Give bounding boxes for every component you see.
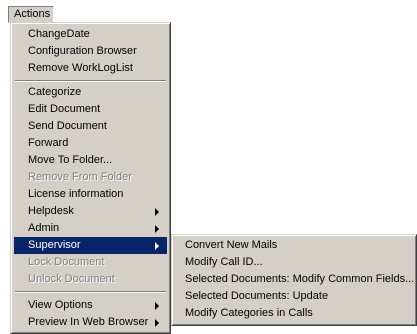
submenu-item-modify-categories[interactable]: Modify Categories in Calls bbox=[175, 305, 413, 322]
submenu-item-modify-call-id[interactable]: Modify Call ID... bbox=[175, 254, 413, 271]
menu-item-admin[interactable]: Admin bbox=[14, 220, 167, 237]
menu-item-remove-from-folder: Remove From Folder bbox=[28, 171, 132, 183]
submenu-item-update-documents[interactable]: Selected Documents: Update bbox=[175, 288, 413, 305]
submenu-arrow-icon bbox=[155, 319, 159, 327]
menu-separator bbox=[15, 291, 166, 293]
menu-item-admin-label: Admin bbox=[28, 222, 60, 234]
submenu-item-convert-new-mails[interactable]: Convert New Mails bbox=[175, 237, 413, 254]
menu-item-remove-worklog-list[interactable]: Remove WorkLogList bbox=[14, 60, 167, 77]
menu-item-edit-document[interactable]: Edit Document bbox=[14, 101, 167, 118]
menu-item-send-document[interactable]: Send Document bbox=[14, 118, 167, 135]
menu-item-helpdesk[interactable]: Helpdesk bbox=[14, 203, 167, 220]
menu-item-supervisor[interactable]: Supervisor bbox=[14, 237, 167, 254]
menu-item-preview-label: Preview In Web Browser bbox=[28, 316, 149, 328]
menu-item-preview-in-web-browser[interactable]: Preview In Web Browser bbox=[14, 314, 167, 331]
menu-item-changedate[interactable]: ChangeDate bbox=[14, 26, 167, 43]
menu-item-lock-document: Lock Document bbox=[28, 256, 105, 268]
submenu-arrow-icon bbox=[155, 242, 159, 250]
actions-menu: ChangeDate Configuration Browser Remove … bbox=[10, 22, 171, 334]
supervisor-submenu: Convert New Mails Modify Call ID... Sele… bbox=[171, 234, 417, 326]
menu-item-view-options[interactable]: View Options bbox=[14, 297, 167, 314]
menu-item-supervisor-label: Supervisor bbox=[28, 239, 81, 251]
menu-item-view-options-label: View Options bbox=[28, 299, 93, 311]
menu-separator bbox=[15, 80, 166, 82]
menu-item-unlock-document: Unlock Document bbox=[28, 273, 115, 285]
menu-item-license-information[interactable]: License information bbox=[14, 186, 167, 203]
submenu-arrow-icon bbox=[155, 302, 159, 310]
submenu-arrow-icon bbox=[155, 225, 159, 233]
menu-item-categorize[interactable]: Categorize bbox=[14, 84, 167, 101]
menu-item-helpdesk-label: Helpdesk bbox=[28, 205, 74, 217]
menu-item-forward[interactable]: Forward bbox=[14, 135, 167, 152]
actions-menu-button[interactable]: Actions bbox=[8, 6, 54, 23]
submenu-arrow-icon bbox=[155, 208, 159, 216]
menu-item-configuration-browser[interactable]: Configuration Browser bbox=[14, 43, 167, 60]
menu-item-move-to-folder[interactable]: Move To Folder... bbox=[14, 152, 167, 169]
submenu-item-modify-common-fields[interactable]: Selected Documents: Modify Common Fields… bbox=[175, 271, 414, 288]
